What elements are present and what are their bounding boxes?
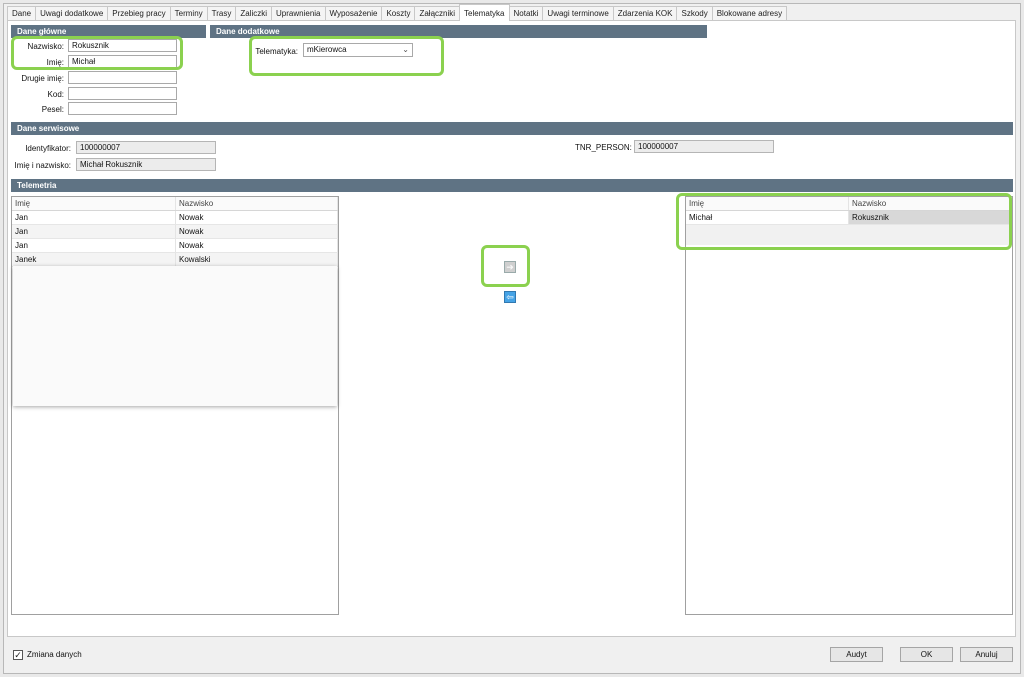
telematyka-selected-value: mKierowca bbox=[307, 45, 347, 54]
column-header-imie[interactable]: Imię bbox=[12, 197, 176, 210]
pesel-label: Pesel: bbox=[41, 105, 64, 114]
zmiana-danych-label: Zmiana danych bbox=[27, 650, 82, 659]
checkmark-icon: ✓ bbox=[14, 650, 22, 660]
cell-imie: Jan bbox=[12, 225, 176, 238]
assigned-drivers-grid: Imię Nazwisko Michał Rokusznik bbox=[685, 196, 1013, 615]
cell-nazwisko: Nowak bbox=[176, 239, 338, 252]
table-row[interactable]: Janek Kowalski bbox=[12, 253, 338, 267]
cell-nazwisko: Nowak bbox=[176, 225, 338, 238]
tab-przebieg-pracy[interactable]: Przebieg pracy bbox=[107, 6, 171, 21]
imie-nazwisko-field bbox=[76, 158, 216, 171]
column-header-nazwisko[interactable]: Nazwisko bbox=[849, 197, 1012, 210]
grid-empty-area bbox=[13, 266, 337, 406]
kod-label: Kod: bbox=[47, 90, 64, 99]
cell-imie: Michał bbox=[686, 211, 849, 224]
tab-blokowane-adresy[interactable]: Blokowane adresy bbox=[711, 6, 788, 21]
move-right-button[interactable]: ➜ bbox=[504, 261, 516, 273]
section-dane-glowne: Dane główne bbox=[11, 25, 206, 38]
cell-nazwisko: Rokusznik bbox=[849, 211, 1012, 224]
telematyka-label: Telematyka: bbox=[255, 47, 298, 56]
pesel-input[interactable] bbox=[68, 102, 177, 115]
nazwisko-input[interactable] bbox=[68, 39, 177, 52]
identyfikator-label: Identyfikator: bbox=[25, 144, 71, 153]
column-header-imie[interactable]: Imię bbox=[686, 197, 849, 210]
tab-koszty[interactable]: Koszty bbox=[381, 6, 416, 21]
drugie-imie-input[interactable] bbox=[68, 71, 177, 84]
cell-nazwisko: Kowalski bbox=[176, 253, 338, 266]
tab-notatki[interactable]: Notatki bbox=[508, 6, 544, 21]
arrow-left-icon: ⇦ bbox=[506, 292, 514, 302]
audyt-button[interactable]: Audyt bbox=[830, 647, 883, 662]
cell-imie: Jan bbox=[12, 211, 176, 224]
section-dane-dodatkowe: Dane dodatkowe bbox=[210, 25, 707, 38]
grid-header: Imię Nazwisko bbox=[686, 197, 1012, 211]
grid-header: Imię Nazwisko bbox=[12, 197, 338, 211]
tab-szkody[interactable]: Szkody bbox=[676, 6, 713, 21]
drugie-imie-label: Drugie imię: bbox=[21, 74, 64, 83]
table-row[interactable]: Jan Nowak bbox=[12, 211, 338, 225]
imie-input[interactable] bbox=[68, 55, 177, 68]
tab-trasy[interactable]: Trasy bbox=[206, 6, 237, 21]
table-row[interactable]: Jan Nowak bbox=[12, 225, 338, 239]
identyfikator-field bbox=[76, 141, 216, 154]
tab-strip: Dane Uwagi dodatkowe Przebieg pracy Term… bbox=[7, 4, 788, 21]
telematyka-select[interactable]: mKierowca ⌄ bbox=[303, 43, 413, 57]
section-telemetria: Telemetria bbox=[11, 179, 1013, 192]
imie-nazwisko-label: Imię i nazwisko: bbox=[14, 161, 71, 170]
arrow-right-icon: ➜ bbox=[506, 262, 514, 272]
cell-nazwisko: Nowak bbox=[176, 211, 338, 224]
tab-telematyka[interactable]: Telematyka bbox=[459, 4, 510, 21]
tab-uprawnienia[interactable]: Uprawnienia bbox=[271, 6, 326, 21]
ok-button[interactable]: OK bbox=[900, 647, 953, 662]
table-row[interactable]: Jan Nowak bbox=[12, 239, 338, 253]
tab-dane[interactable]: Dane bbox=[7, 6, 37, 21]
grid-empty-area bbox=[686, 225, 1012, 245]
nazwisko-label: Nazwisko: bbox=[27, 42, 64, 51]
anuluj-button[interactable]: Anuluj bbox=[960, 647, 1013, 662]
move-left-button[interactable]: ⇦ bbox=[504, 291, 516, 303]
column-header-nazwisko[interactable]: Nazwisko bbox=[176, 197, 338, 210]
section-dane-serwisowe: Dane serwisowe bbox=[11, 122, 1013, 135]
tnr-person-label: TNR_PERSON: bbox=[575, 143, 632, 152]
table-row[interactable]: Michał Rokusznik bbox=[686, 211, 1012, 225]
tab-terminy[interactable]: Terminy bbox=[169, 6, 208, 21]
tab-uwagi-dodatkowe[interactable]: Uwagi dodatkowe bbox=[35, 6, 109, 21]
cell-imie: Janek bbox=[12, 253, 176, 266]
chevron-down-icon: ⌄ bbox=[402, 45, 409, 54]
tab-wyposazenie[interactable]: Wyposażenie bbox=[324, 6, 383, 21]
cell-imie: Jan bbox=[12, 239, 176, 252]
tab-uwagi-terminowe[interactable]: Uwagi terminowe bbox=[542, 6, 614, 21]
tnr-person-field bbox=[634, 140, 774, 153]
kod-input[interactable] bbox=[68, 87, 177, 100]
tab-zaliczki[interactable]: Zaliczki bbox=[235, 6, 273, 21]
imie-label: Imię: bbox=[46, 58, 64, 67]
tab-zalaczniki[interactable]: Załączniki bbox=[414, 6, 461, 21]
tab-zdarzenia-kok[interactable]: Zdarzenia KOK bbox=[612, 6, 678, 21]
zmiana-danych-checkbox[interactable]: ✓ bbox=[13, 650, 23, 660]
